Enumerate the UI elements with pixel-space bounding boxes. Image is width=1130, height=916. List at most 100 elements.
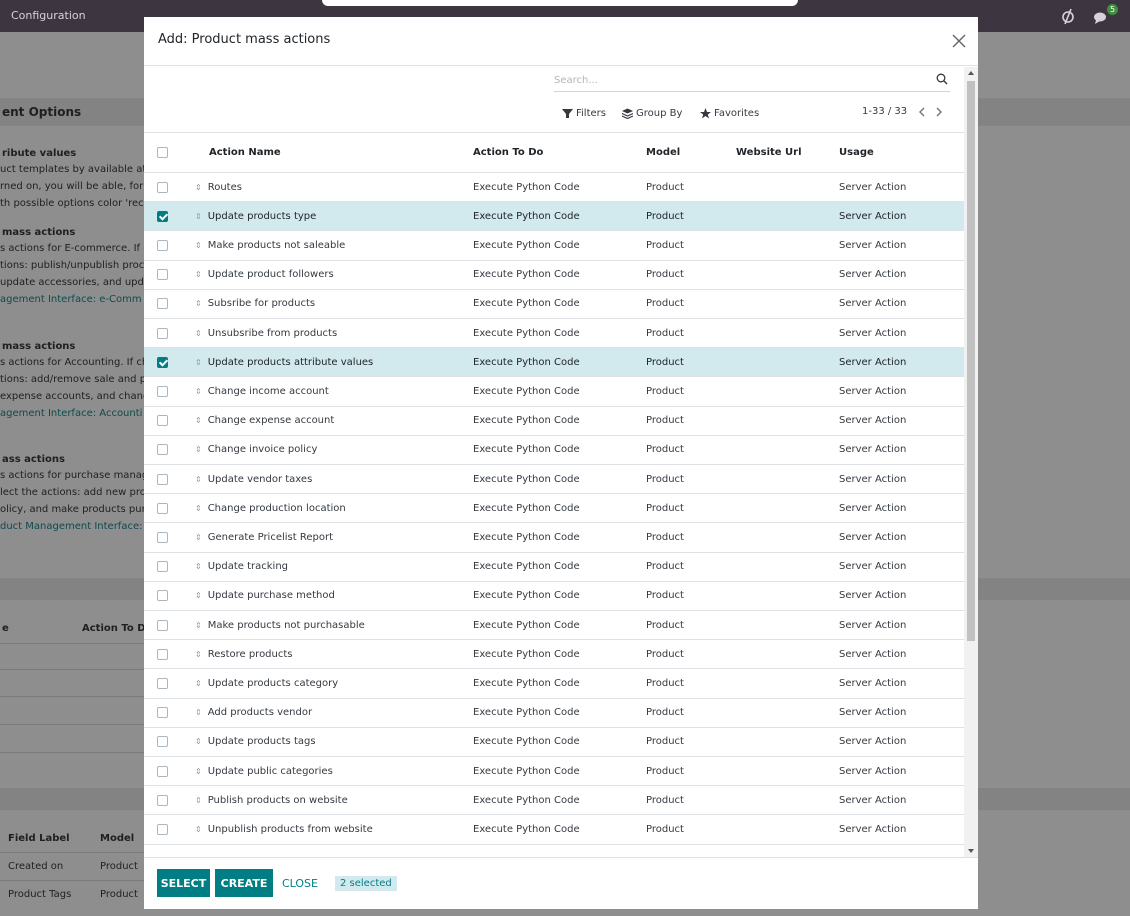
row-checkbox[interactable] — [157, 590, 168, 602]
sort-handle-icon[interactable]: ⇕ — [195, 241, 202, 250]
option-link[interactable]: agement Interface: e-Comm — [0, 294, 142, 305]
sort-handle-icon[interactable]: ⇕ — [195, 533, 202, 542]
row-checkbox[interactable] — [157, 823, 168, 835]
table-row[interactable]: ⇕ Change income account Execute Python Cod… — [144, 377, 964, 407]
table-row[interactable]: ⇕ Update products tags Execute Python Code… — [144, 728, 964, 757]
table-row[interactable]: ⇕ Unsubsribe from products Execute Python … — [144, 319, 964, 349]
filters-button[interactable]: Filters — [562, 106, 606, 120]
table-row[interactable]: ⇕ Publish products on website Execute Pyth… — [144, 786, 964, 816]
row-checkbox[interactable] — [157, 619, 168, 631]
column-model[interactable]: Model — [646, 133, 680, 172]
sort-handle-icon[interactable]: ⇕ — [195, 825, 202, 834]
table-row[interactable]: ⇕ Update tracking Execute Python Code Produ… — [144, 553, 964, 582]
row-checkbox[interactable] — [157, 473, 168, 485]
table-row[interactable]: ⇕ Make products not saleable Execute Pytho… — [144, 231, 964, 261]
table-row[interactable]: ⇕ Change production location Execute Pytho… — [144, 494, 964, 524]
sort-handle-icon[interactable]: ⇕ — [195, 621, 202, 630]
sort-handle-icon[interactable]: ⇕ — [195, 329, 202, 338]
sort-handle-icon[interactable]: ⇕ — [195, 591, 202, 600]
sort-handle-icon[interactable]: ⇕ — [195, 475, 202, 484]
table-row[interactable]: ⇕ Routes Execute Python Code Product Server … — [144, 173, 964, 203]
table-row[interactable]: ⇕ Add products vendor Execute Python Code P… — [144, 699, 964, 728]
table-row[interactable]: ⇕ Change invoice policy Execute Python Cod… — [144, 436, 964, 465]
table-row[interactable]: ⇕ Change expense account Execute Python Co… — [144, 407, 964, 436]
row-checkbox[interactable] — [157, 648, 168, 660]
row-checkbox[interactable] — [157, 415, 168, 427]
sort-handle-icon[interactable]: ⇕ — [195, 737, 202, 746]
row-select-cell — [157, 436, 168, 464]
column-website-url[interactable]: Website Url — [736, 133, 802, 172]
chevron-right-icon[interactable] — [933, 105, 945, 119]
scroll-down-arrow-icon[interactable] — [967, 847, 975, 855]
row-checkbox[interactable] — [157, 707, 168, 719]
table-row[interactable]: ⇕ Update vendor taxes Execute Python Code P… — [144, 465, 964, 495]
select-all-checkbox[interactable] — [157, 147, 168, 158]
pager-value[interactable]: 1-33 / 33 — [862, 106, 907, 117]
chevron-left-icon[interactable] — [916, 105, 928, 119]
row-checkbox[interactable] — [157, 269, 168, 281]
scroll-up-arrow-icon[interactable] — [967, 69, 975, 77]
table-row[interactable]: ⇕ Update purchase method Execute Python Co… — [144, 582, 964, 611]
search-input[interactable] — [554, 70, 924, 90]
row-checkbox[interactable] — [157, 502, 168, 514]
row-checkbox[interactable] — [157, 531, 168, 543]
sort-handle-icon[interactable]: ⇕ — [195, 270, 202, 279]
scrollbar-thumb[interactable] — [967, 81, 975, 641]
table-row[interactable]: ⇕ Update products type Execute Python Code… — [144, 202, 964, 232]
sort-handle-icon[interactable]: ⇕ — [195, 299, 202, 308]
favorites-button[interactable]: Favorites — [700, 106, 759, 120]
table-row[interactable]: ⇕ Unpublish products from website Execute … — [144, 815, 964, 845]
row-checkbox[interactable] — [157, 327, 168, 339]
sort-handle-icon[interactable]: ⇕ — [195, 358, 202, 367]
row-checkbox[interactable] — [157, 181, 168, 193]
row-checkbox[interactable] — [157, 561, 168, 573]
select-button[interactable]: SELECT — [157, 869, 210, 897]
model-cell: Product — [646, 356, 684, 368]
sort-handle-icon[interactable]: ⇕ — [195, 445, 202, 454]
sort-handle-icon[interactable]: ⇕ — [195, 767, 202, 776]
table-row[interactable]: ⇕ Generate Pricelist Report Execute Python… — [144, 523, 964, 553]
row-checkbox[interactable] — [157, 736, 168, 748]
sort-handle-icon[interactable]: ⇕ — [195, 212, 202, 221]
option-link[interactable]: duct Management Interface: — [0, 521, 142, 532]
table-row[interactable]: ⇕ Update products category Execute Python … — [144, 669, 964, 699]
section-title: ent Options — [2, 105, 82, 119]
column-action-to-do[interactable]: Action To Do — [473, 133, 543, 172]
row-checkbox[interactable] — [157, 298, 168, 310]
sort-handle-icon[interactable]: ⇕ — [195, 650, 202, 659]
table-row[interactable]: ⇕Archive products Execute Python Code Prod… — [144, 845, 964, 852]
sort-handle-icon[interactable]: ⇕ — [195, 679, 202, 688]
row-checkbox[interactable] — [157, 356, 168, 368]
column-action-name[interactable]: Action Name — [209, 133, 281, 172]
table-row[interactable]: ⇕ Restore products Execute Python Code Prod… — [144, 640, 964, 670]
group-by-button[interactable]: Group By — [622, 106, 682, 120]
sort-handle-icon[interactable]: ⇕ — [195, 708, 202, 717]
row-checkbox[interactable] — [157, 444, 168, 456]
row-checkbox[interactable] — [157, 210, 168, 222]
create-button[interactable]: CREATE — [215, 869, 273, 897]
close-button[interactable]: CLOSE — [278, 869, 322, 897]
sort-handle-icon[interactable]: ⇕ — [195, 504, 202, 513]
row-checkbox[interactable] — [157, 765, 168, 777]
search-icon[interactable] — [936, 73, 948, 85]
close-icon[interactable] — [949, 31, 969, 51]
table-row[interactable]: ⇕ Subsribe for products Execute Python Cod… — [144, 290, 964, 319]
table-row[interactable]: ⇕ Update product followers Execute Python … — [144, 261, 964, 290]
sort-handle-icon[interactable]: ⇕ — [195, 796, 202, 805]
sort-handle-icon[interactable]: ⇕ — [195, 416, 202, 425]
row-checkbox[interactable] — [157, 794, 168, 806]
row-checkbox[interactable] — [157, 239, 168, 251]
scrollbar[interactable] — [964, 67, 978, 857]
table-row[interactable]: ⇕ Make products not purchasable Execute Py… — [144, 611, 964, 641]
table-row[interactable]: ⇕ Update public categories Execute Python … — [144, 757, 964, 787]
table-row[interactable]: ⇕ Update products attribute values Execute… — [144, 348, 964, 378]
column-usage[interactable]: Usage — [839, 133, 874, 172]
row-checkbox[interactable] — [157, 385, 168, 397]
row-checkbox[interactable] — [157, 677, 168, 689]
sort-handle-icon[interactable]: ⇕ — [195, 562, 202, 571]
option-link[interactable]: agement Interface: Accounti — [0, 408, 142, 419]
menu-configuration[interactable]: Configuration — [11, 9, 86, 22]
sort-handle-icon[interactable]: ⇕ — [195, 183, 202, 192]
activity-icon[interactable] — [1060, 7, 1076, 25]
sort-handle-icon[interactable]: ⇕ — [195, 387, 202, 396]
